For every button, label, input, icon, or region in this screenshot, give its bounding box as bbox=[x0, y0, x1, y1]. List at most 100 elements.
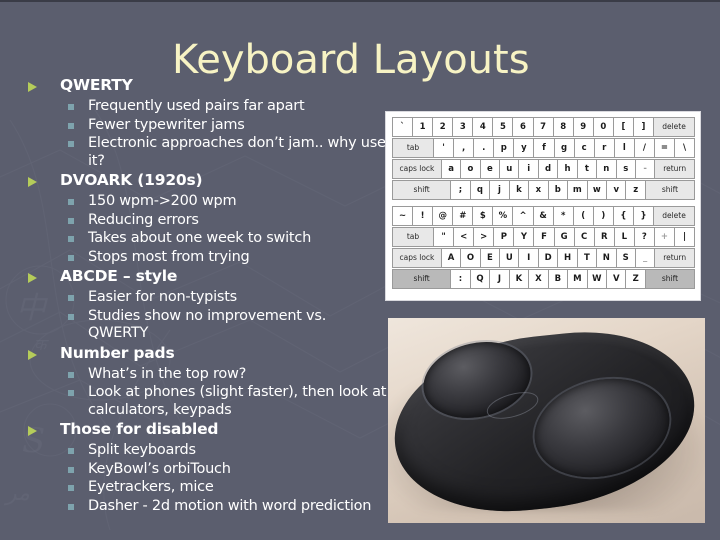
key-a: a bbox=[440, 159, 462, 179]
key-Z: Z bbox=[625, 269, 646, 289]
key-u: u bbox=[499, 159, 520, 179]
outline-level2-label: 150 wpm->200 wpm bbox=[88, 193, 237, 209]
key-B: B bbox=[547, 269, 569, 289]
key-=: = bbox=[653, 138, 675, 158]
outline-level2-item: Takes about one week to switch bbox=[22, 230, 390, 248]
key-P: P bbox=[493, 227, 515, 247]
key-|: | bbox=[673, 227, 696, 247]
key-i: i bbox=[518, 159, 539, 179]
key-O: O bbox=[460, 248, 481, 268]
outline-level2-label: What’s in the top row? bbox=[88, 365, 247, 382]
keyboard-shifted: ~! @ # $% ^ & *(){} delete tab " < > P Y F G C R L? + | cap… bbox=[392, 206, 696, 289]
square-bullet-icon bbox=[68, 199, 74, 205]
outline-level1-item: Those for disabled bbox=[22, 420, 390, 441]
square-bullet-icon bbox=[68, 466, 74, 473]
key-M: M bbox=[567, 269, 588, 289]
key-g: g bbox=[553, 138, 575, 158]
key-.: . bbox=[473, 138, 495, 158]
dvorak-keyboard-layout-image: ` 1 2 3 4 5 6 7 8 9 0[] delete tab ',. p y f g c r l / = \ cap… bbox=[386, 112, 700, 300]
key-A: A bbox=[440, 248, 462, 268]
key-y: y bbox=[513, 138, 535, 158]
triangle-bullet-icon bbox=[28, 177, 37, 187]
key-7: 7 bbox=[532, 117, 554, 137]
keyboard-row: tab " < > P Y F G C R L? + | bbox=[392, 227, 696, 247]
key-N: N bbox=[596, 248, 617, 268]
key-$: $ bbox=[472, 206, 494, 226]
triangle-bullet-icon bbox=[28, 349, 37, 360]
key-_: _ bbox=[634, 248, 656, 268]
keyboard-unshifted: ` 1 2 3 4 5 6 7 8 9 0[] delete tab ',. p y f g c r l / = \ cap… bbox=[392, 117, 696, 200]
key-3: 3 bbox=[452, 117, 474, 137]
key-}: } bbox=[632, 206, 655, 226]
key-return: return bbox=[654, 248, 695, 268]
outline-level2-item: Split keyboards bbox=[22, 442, 390, 460]
key-/: / bbox=[633, 138, 655, 158]
key-): ) bbox=[592, 206, 614, 226]
key-D: D bbox=[537, 248, 559, 268]
key-b: b bbox=[547, 180, 569, 200]
square-bullet-icon bbox=[68, 448, 74, 454]
slide-top-edge bbox=[0, 0, 720, 2]
key-H: H bbox=[557, 248, 578, 268]
key-R: R bbox=[593, 227, 615, 247]
outline-level2-label: Look at phones (slight faster), then loo… bbox=[88, 384, 387, 418]
key-J: J bbox=[489, 269, 510, 289]
key-{: { bbox=[612, 206, 634, 226]
key-G: G bbox=[553, 227, 575, 247]
keyboard-row: tab ',. p y f g c r l / = \ bbox=[392, 138, 696, 158]
key-0: 0 bbox=[592, 117, 614, 137]
orbitouch-keyboard-photo bbox=[388, 318, 705, 523]
square-bullet-icon bbox=[68, 313, 74, 320]
keyboard-row: caps lock A O E U I D H T N S _ return bbox=[392, 248, 695, 268]
square-bullet-icon bbox=[68, 236, 74, 242]
outline-level2-item: Look at phones (slight faster), then loo… bbox=[22, 384, 390, 419]
key-r: r bbox=[593, 138, 615, 158]
outline-level1-label: QWERTY bbox=[60, 76, 133, 94]
square-bullet-icon bbox=[68, 104, 74, 110]
key-I: I bbox=[518, 248, 539, 268]
key-': ' bbox=[433, 138, 455, 158]
key-V: V bbox=[606, 269, 627, 289]
key-S: S bbox=[615, 248, 636, 268]
outline-level2-label: Fewer typewriter jams bbox=[88, 116, 245, 133]
outline-level2-item: Easier for non-typists bbox=[22, 289, 390, 307]
outline-level2-item: Electronic approaches don’t jam.. why us… bbox=[22, 135, 390, 170]
key-^: ^ bbox=[512, 206, 534, 226]
key-~: ~ bbox=[392, 206, 414, 226]
key-caps-lock: caps lock bbox=[392, 159, 442, 179]
outline-level2-label: Dasher - 2d motion with word prediction bbox=[88, 497, 372, 514]
key->: > bbox=[473, 227, 495, 247]
key-&: & bbox=[532, 206, 554, 226]
square-bullet-icon bbox=[68, 217, 74, 224]
key-(: ( bbox=[572, 206, 594, 226]
keyboard-row: ` 1 2 3 4 5 6 7 8 9 0[] delete bbox=[392, 117, 696, 137]
key-p: p bbox=[493, 138, 515, 158]
square-bullet-icon bbox=[68, 295, 74, 301]
key-:: : bbox=[450, 269, 471, 289]
outline-level2-item: What’s in the top row? bbox=[22, 366, 390, 384]
outline-level2-item: Eyetrackers, mice bbox=[22, 479, 390, 497]
keyboard-row: shift; q j k x b m w v z shift bbox=[392, 180, 695, 200]
key-s: s bbox=[615, 159, 636, 179]
key-": " bbox=[433, 227, 455, 247]
key-caps-lock: caps lock bbox=[392, 248, 442, 268]
key-U: U bbox=[499, 248, 520, 268]
outline-level1-label: Number pads bbox=[60, 343, 175, 362]
key-c: c bbox=[573, 138, 595, 158]
outline-level1-item: Number pads bbox=[22, 344, 390, 365]
key-shift: shift bbox=[392, 269, 452, 289]
key-K: K bbox=[508, 269, 530, 289]
key-o: o bbox=[460, 159, 481, 179]
square-bullet-icon bbox=[68, 122, 74, 129]
key-6: 6 bbox=[512, 117, 534, 137]
key-T: T bbox=[576, 248, 598, 268]
key-Q: Q bbox=[469, 269, 491, 289]
key-z: z bbox=[625, 180, 646, 200]
key-tab: tab bbox=[392, 227, 435, 247]
key-[: [ bbox=[612, 117, 634, 137]
key-return: return bbox=[654, 159, 695, 179]
key-k: k bbox=[508, 180, 530, 200]
key-%: % bbox=[492, 206, 514, 226]
outline-level2-label: Split keyboards bbox=[88, 442, 196, 458]
outline-level2-label: Takes about one week to switch bbox=[88, 230, 312, 246]
